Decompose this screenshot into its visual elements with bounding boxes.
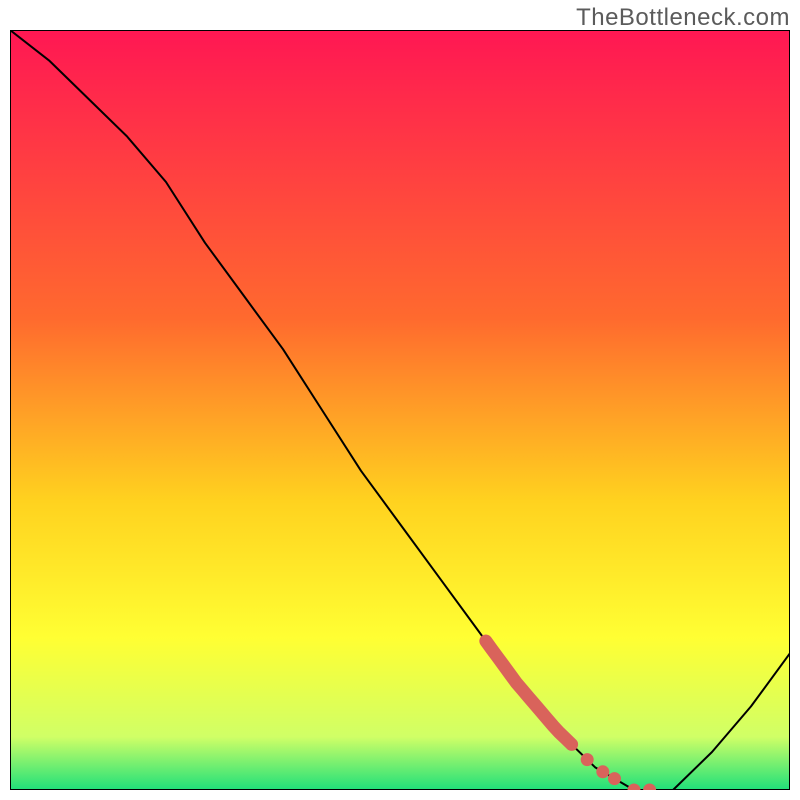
highlight-dot [608,772,621,785]
highlight-dot [596,765,609,778]
watermark-text: TheBottleneck.com [576,4,790,32]
bottleneck-plot [10,30,790,790]
chart-svg [10,30,790,790]
highlight-dot [581,753,594,766]
plot-background [10,30,790,790]
chart-stage: TheBottleneck.com [0,0,800,800]
